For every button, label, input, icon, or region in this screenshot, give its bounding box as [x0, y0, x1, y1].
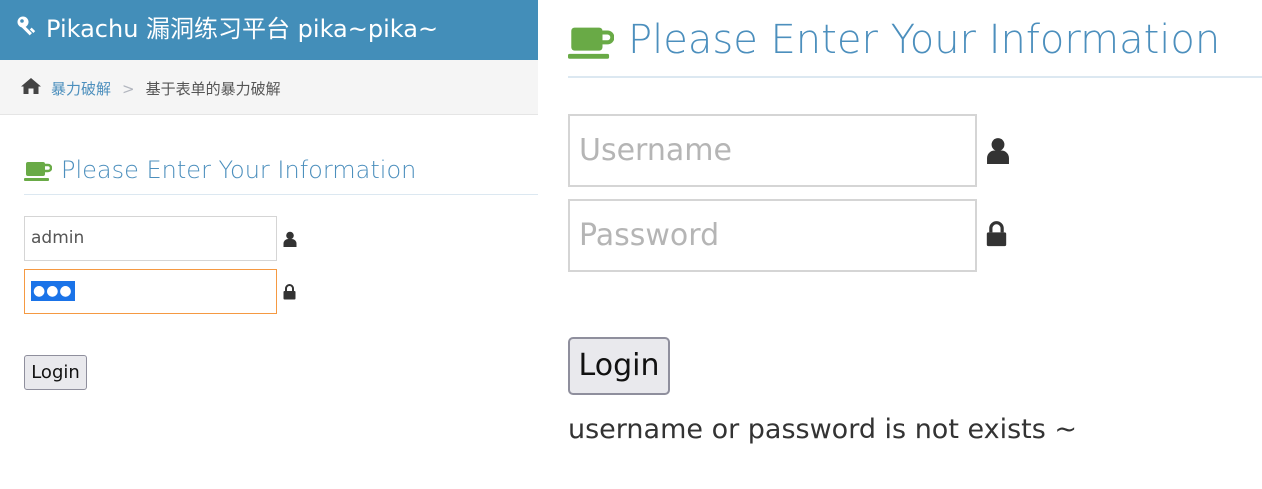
username-input[interactable]: Username: [568, 114, 977, 187]
username-field[interactable]: admin: [24, 216, 277, 261]
form-header: Please Enter Your Information: [24, 152, 538, 195]
form-heading-large: Please Enter Your Information: [628, 17, 1221, 63]
login-button-large[interactable]: Login: [568, 337, 670, 395]
left-panel: Pikachu 漏洞练习平台 pika~pika~ 暴力破解 > 基于表单的暴力…: [0, 0, 538, 489]
password-field[interactable]: ●●●: [24, 269, 277, 314]
form-heading: Please Enter Your Information: [61, 156, 417, 184]
password-placeholder: Password: [579, 218, 720, 253]
key-icon: [16, 13, 46, 45]
lock-icon: [283, 284, 296, 304]
error-message: username or password is not exists ~: [568, 414, 1078, 445]
user-icon: [283, 231, 297, 251]
lock-icon: [986, 221, 1007, 251]
username-value: admin: [31, 228, 85, 248]
username-placeholder: Username: [579, 133, 732, 168]
password-value: ●●●: [31, 281, 75, 301]
breadcrumb-separator: >: [122, 79, 135, 98]
user-icon: [986, 137, 1010, 168]
coffee-cup-icon: [568, 24, 615, 68]
brand-title: Pikachu 漏洞练习平台 pika~pika~: [46, 15, 439, 43]
brand[interactable]: Pikachu 漏洞练习平台 pika~pika~: [16, 13, 438, 45]
form-header-large: Please Enter Your Information: [568, 8, 1262, 78]
home-icon[interactable]: [20, 77, 42, 100]
password-input[interactable]: Password: [568, 199, 977, 272]
right-panel: Please Enter Your Information Username P…: [538, 0, 1262, 489]
coffee-cup-icon: [24, 160, 53, 188]
breadcrumb: 暴力破解 > 基于表单的暴力破解: [0, 60, 538, 115]
breadcrumb-link[interactable]: 暴力破解: [51, 79, 111, 99]
breadcrumb-current: 基于表单的暴力破解: [145, 79, 281, 98]
login-button[interactable]: Login: [24, 355, 87, 390]
top-navbar: Pikachu 漏洞练习平台 pika~pika~: [0, 0, 538, 60]
